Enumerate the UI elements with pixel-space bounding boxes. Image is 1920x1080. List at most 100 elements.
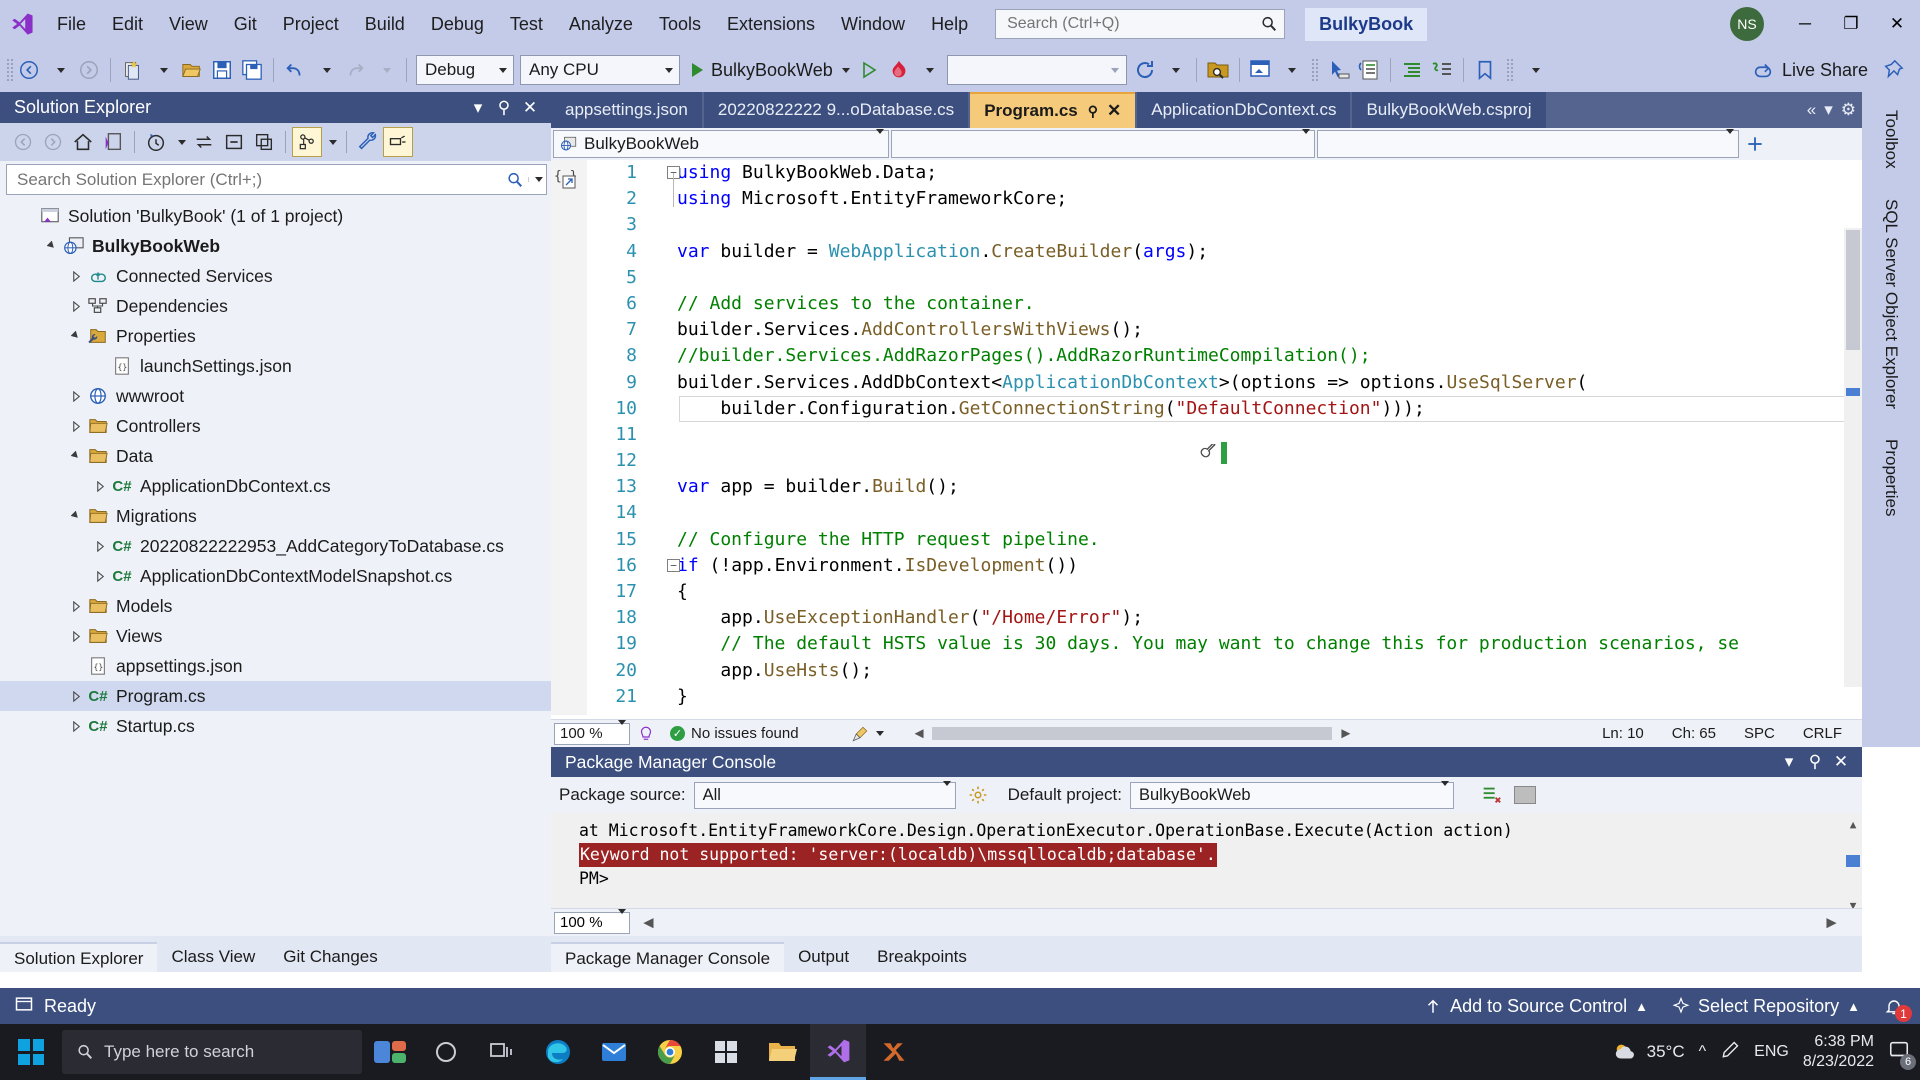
chevron-down-icon[interactable]: [1723, 129, 1734, 154]
global-search-input[interactable]: [1005, 14, 1261, 34]
close-icon[interactable]: ✕: [517, 95, 543, 121]
pin-icon[interactable]: ⚲: [491, 95, 517, 121]
chevron-down-icon[interactable]: [615, 720, 626, 742]
collapse-arrow-icon[interactable]: [90, 540, 110, 552]
code-line[interactable]: 7 builder.Services.AddControllersWithView…: [551, 317, 1862, 343]
search-options-dropdown[interactable]: [528, 177, 546, 182]
navigate-backward-button[interactable]: [14, 54, 44, 86]
nav-member-combo[interactable]: [1317, 129, 1739, 158]
hot-reload-button[interactable]: [884, 54, 914, 86]
add-split-view-icon[interactable]: [1741, 134, 1769, 154]
new-project-button[interactable]: [117, 54, 147, 86]
redo-dropdown[interactable]: [370, 54, 400, 86]
code-line[interactable]: 4 var builder = WebApplication.CreateBuil…: [551, 239, 1862, 265]
tree-item[interactable]: C# Startup.cs: [0, 711, 551, 741]
undo-button[interactable]: [280, 54, 310, 86]
tree-item[interactable]: Connected Services: [0, 261, 551, 291]
menu-debug[interactable]: Debug: [418, 0, 497, 48]
menu-view[interactable]: View: [156, 0, 221, 48]
bookmark-icon[interactable]: [1470, 54, 1500, 86]
menu-test[interactable]: Test: [497, 0, 556, 48]
task-view-icon[interactable]: [474, 1024, 530, 1080]
open-file-button[interactable]: [177, 54, 207, 86]
editor-tab-csproj[interactable]: BulkyBookWeb.csproj: [1352, 92, 1546, 128]
undo-dropdown[interactable]: [310, 54, 340, 86]
code-cleanup-button[interactable]: [851, 725, 884, 743]
tree-item[interactable]: Solution 'BulkyBook' (1 of 1 project): [0, 201, 551, 231]
preview-selected-items-icon[interactable]: [383, 127, 413, 157]
expand-arrow-icon[interactable]: [42, 240, 62, 252]
solution-explorer-search-input[interactable]: [15, 168, 502, 191]
redo-button[interactable]: [340, 54, 370, 86]
panel-menu-icon[interactable]: ▾: [1776, 749, 1802, 775]
gear-icon[interactable]: [964, 785, 992, 805]
nav-project-combo[interactable]: BulkyBookWeb: [553, 129, 889, 158]
rail-properties[interactable]: Properties: [1881, 427, 1901, 528]
code-line[interactable]: 6 // Add services to the container.: [551, 291, 1862, 317]
platform-combo[interactable]: Any CPU: [520, 55, 680, 85]
pen-icon[interactable]: [1720, 1040, 1740, 1065]
tab-list-icon[interactable]: ▾: [1824, 100, 1833, 120]
start-debug-button[interactable]: BulkyBookWeb: [683, 54, 854, 86]
quick-actions-icon[interactable]: [1199, 442, 1217, 467]
show-all-files-dropdown[interactable]: [322, 127, 340, 157]
collapse-arrow-icon[interactable]: [66, 630, 86, 642]
intellicode-icon[interactable]: [634, 725, 658, 743]
nav-type-combo[interactable]: [891, 129, 1315, 158]
menu-analyze[interactable]: Analyze: [556, 0, 646, 48]
show-all-files-icon[interactable]: [292, 127, 322, 157]
code-line[interactable]: 15 // Configure the HTTP request pipeline…: [551, 527, 1862, 553]
tree-item[interactable]: {} appsettings.json: [0, 651, 551, 681]
editor-horizontal-scrollbar[interactable]: [932, 727, 1333, 740]
solution-explorer-button[interactable]: [1246, 54, 1276, 86]
global-search-box[interactable]: [995, 9, 1286, 39]
code-line[interactable]: 1using BulkyBookWeb.Data;−: [551, 160, 1862, 186]
menu-tools[interactable]: Tools: [646, 0, 714, 48]
issues-indicator[interactable]: ✓ No issues found: [670, 725, 799, 742]
code-line[interactable]: 10 builder.Configuration.GetConnectionSt…: [551, 395, 1862, 422]
sql-server-management-studio-icon[interactable]: [866, 1024, 922, 1080]
scrollbar-thumb[interactable]: [1846, 230, 1860, 350]
weather-widget[interactable]: 35°C: [1613, 1041, 1685, 1063]
mail-icon[interactable]: [586, 1024, 642, 1080]
refresh-dropdown[interactable]: [1160, 54, 1190, 86]
pending-changes-icon[interactable]: [141, 127, 171, 157]
notifications-button[interactable]: 1: [1884, 996, 1912, 1022]
pointer-select-icon[interactable]: [1324, 54, 1354, 86]
code-line[interactable]: 17 {: [551, 579, 1862, 605]
pending-changes-dropdown[interactable]: [171, 127, 189, 157]
hot-reload-dropdown[interactable]: [914, 54, 944, 86]
hscroll-right-icon[interactable]: ►: [1823, 913, 1840, 933]
tab-scroll-left-icon[interactable]: «: [1807, 100, 1816, 120]
tree-item[interactable]: Models: [0, 591, 551, 621]
expand-arrow-icon[interactable]: [66, 330, 86, 342]
collapse-arrow-icon[interactable]: [66, 270, 86, 282]
chevron-down-icon[interactable]: [615, 909, 626, 931]
hscroll-left-icon[interactable]: ◄: [912, 725, 927, 742]
live-share-button[interactable]: Live Share: [1742, 59, 1878, 81]
home-icon[interactable]: [68, 127, 98, 157]
pmc-zoom-combo[interactable]: 100 %: [554, 909, 630, 934]
collapse-arrow-icon[interactable]: [66, 390, 86, 402]
new-project-dropdown[interactable]: [147, 54, 177, 86]
taskbar-search-box[interactable]: Type here to search: [62, 1030, 362, 1074]
code-editor[interactable]: { } 1 using BulkyBookWeb.Data; − 2 using Mic…: [551, 160, 1862, 715]
menu-git[interactable]: Git: [221, 0, 270, 48]
editor-tab-applicationdbcontext[interactable]: ApplicationDbContext.cs: [1137, 92, 1351, 128]
file-explorer-icon[interactable]: [754, 1024, 810, 1080]
close-button[interactable]: ✕: [1874, 0, 1920, 48]
code-line[interactable]: 20 app.UseHsts();: [551, 658, 1862, 684]
tree-item[interactable]: {} launchSettings.json: [0, 351, 551, 381]
collapse-arrow-icon[interactable]: [66, 720, 86, 732]
blank-combo[interactable]: [946, 55, 1127, 85]
close-icon[interactable]: ✕: [1828, 749, 1854, 775]
taskview-widget-icon[interactable]: [362, 1024, 418, 1080]
chevron-down-icon[interactable]: [659, 67, 675, 73]
properties-window-button[interactable]: [1354, 54, 1384, 86]
code-line[interactable]: 13 var app = builder.Build();: [551, 474, 1862, 500]
chevron-down-icon[interactable]: [1106, 67, 1122, 73]
tab-solution-explorer[interactable]: Solution Explorer: [0, 942, 158, 972]
code-line[interactable]: 2 using Microsoft.EntityFrameworkCore;: [551, 186, 1862, 212]
select-repository-button[interactable]: Select Repository ▲: [1672, 996, 1860, 1017]
scroll-up-icon[interactable]: ▲: [1844, 813, 1862, 831]
